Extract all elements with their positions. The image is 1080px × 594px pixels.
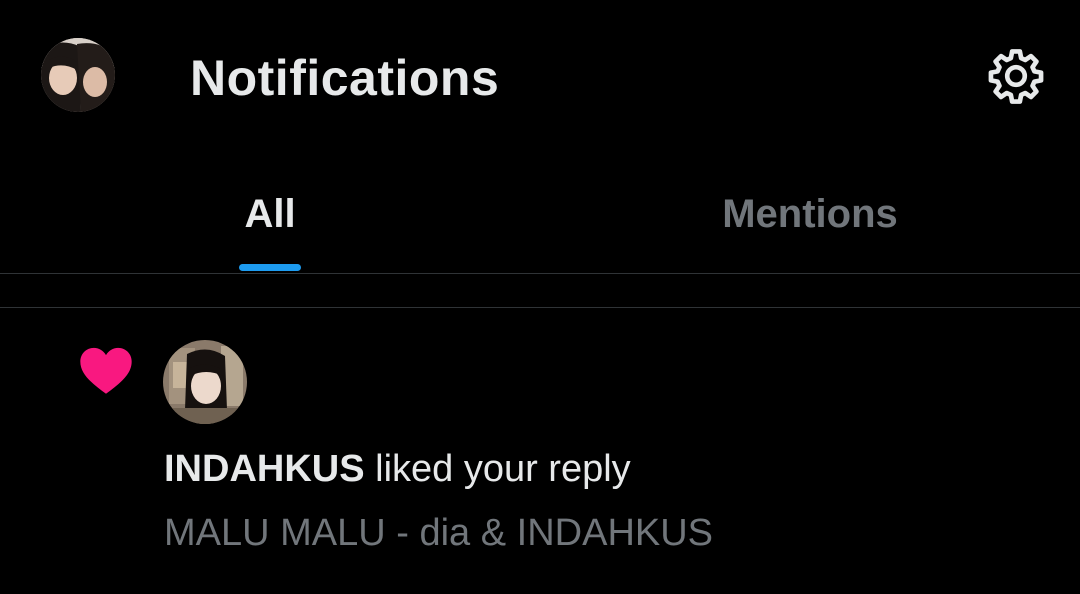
tabs-divider [0, 273, 1080, 274]
top-bar: Notifications [0, 0, 1080, 150]
tab-mentions-label: Mentions [722, 192, 898, 236]
tab-all-label: All [244, 192, 296, 236]
notification-username[interactable]: INDAHKUS [164, 448, 365, 490]
heart-icon [78, 344, 134, 396]
user-avatar[interactable] [163, 340, 247, 424]
notification-action: liked your reply [364, 448, 631, 490]
active-tab-indicator [239, 264, 301, 271]
tab-mentions[interactable]: Mentions [540, 150, 1080, 272]
notification-text: INDAHKUS liked your reply [164, 446, 631, 492]
tab-all[interactable]: All [0, 150, 540, 272]
profile-photo-icon [163, 340, 247, 424]
gear-icon [988, 49, 1044, 104]
profile-avatar[interactable] [41, 38, 115, 112]
notification-tabs: All Mentions [0, 150, 1080, 274]
profile-photo-icon [41, 38, 115, 112]
notification-snippet: MALU MALU - dia & INDAHKUS [164, 512, 714, 554]
page-title: Notifications [190, 50, 500, 106]
settings-button[interactable] [985, 45, 1047, 107]
